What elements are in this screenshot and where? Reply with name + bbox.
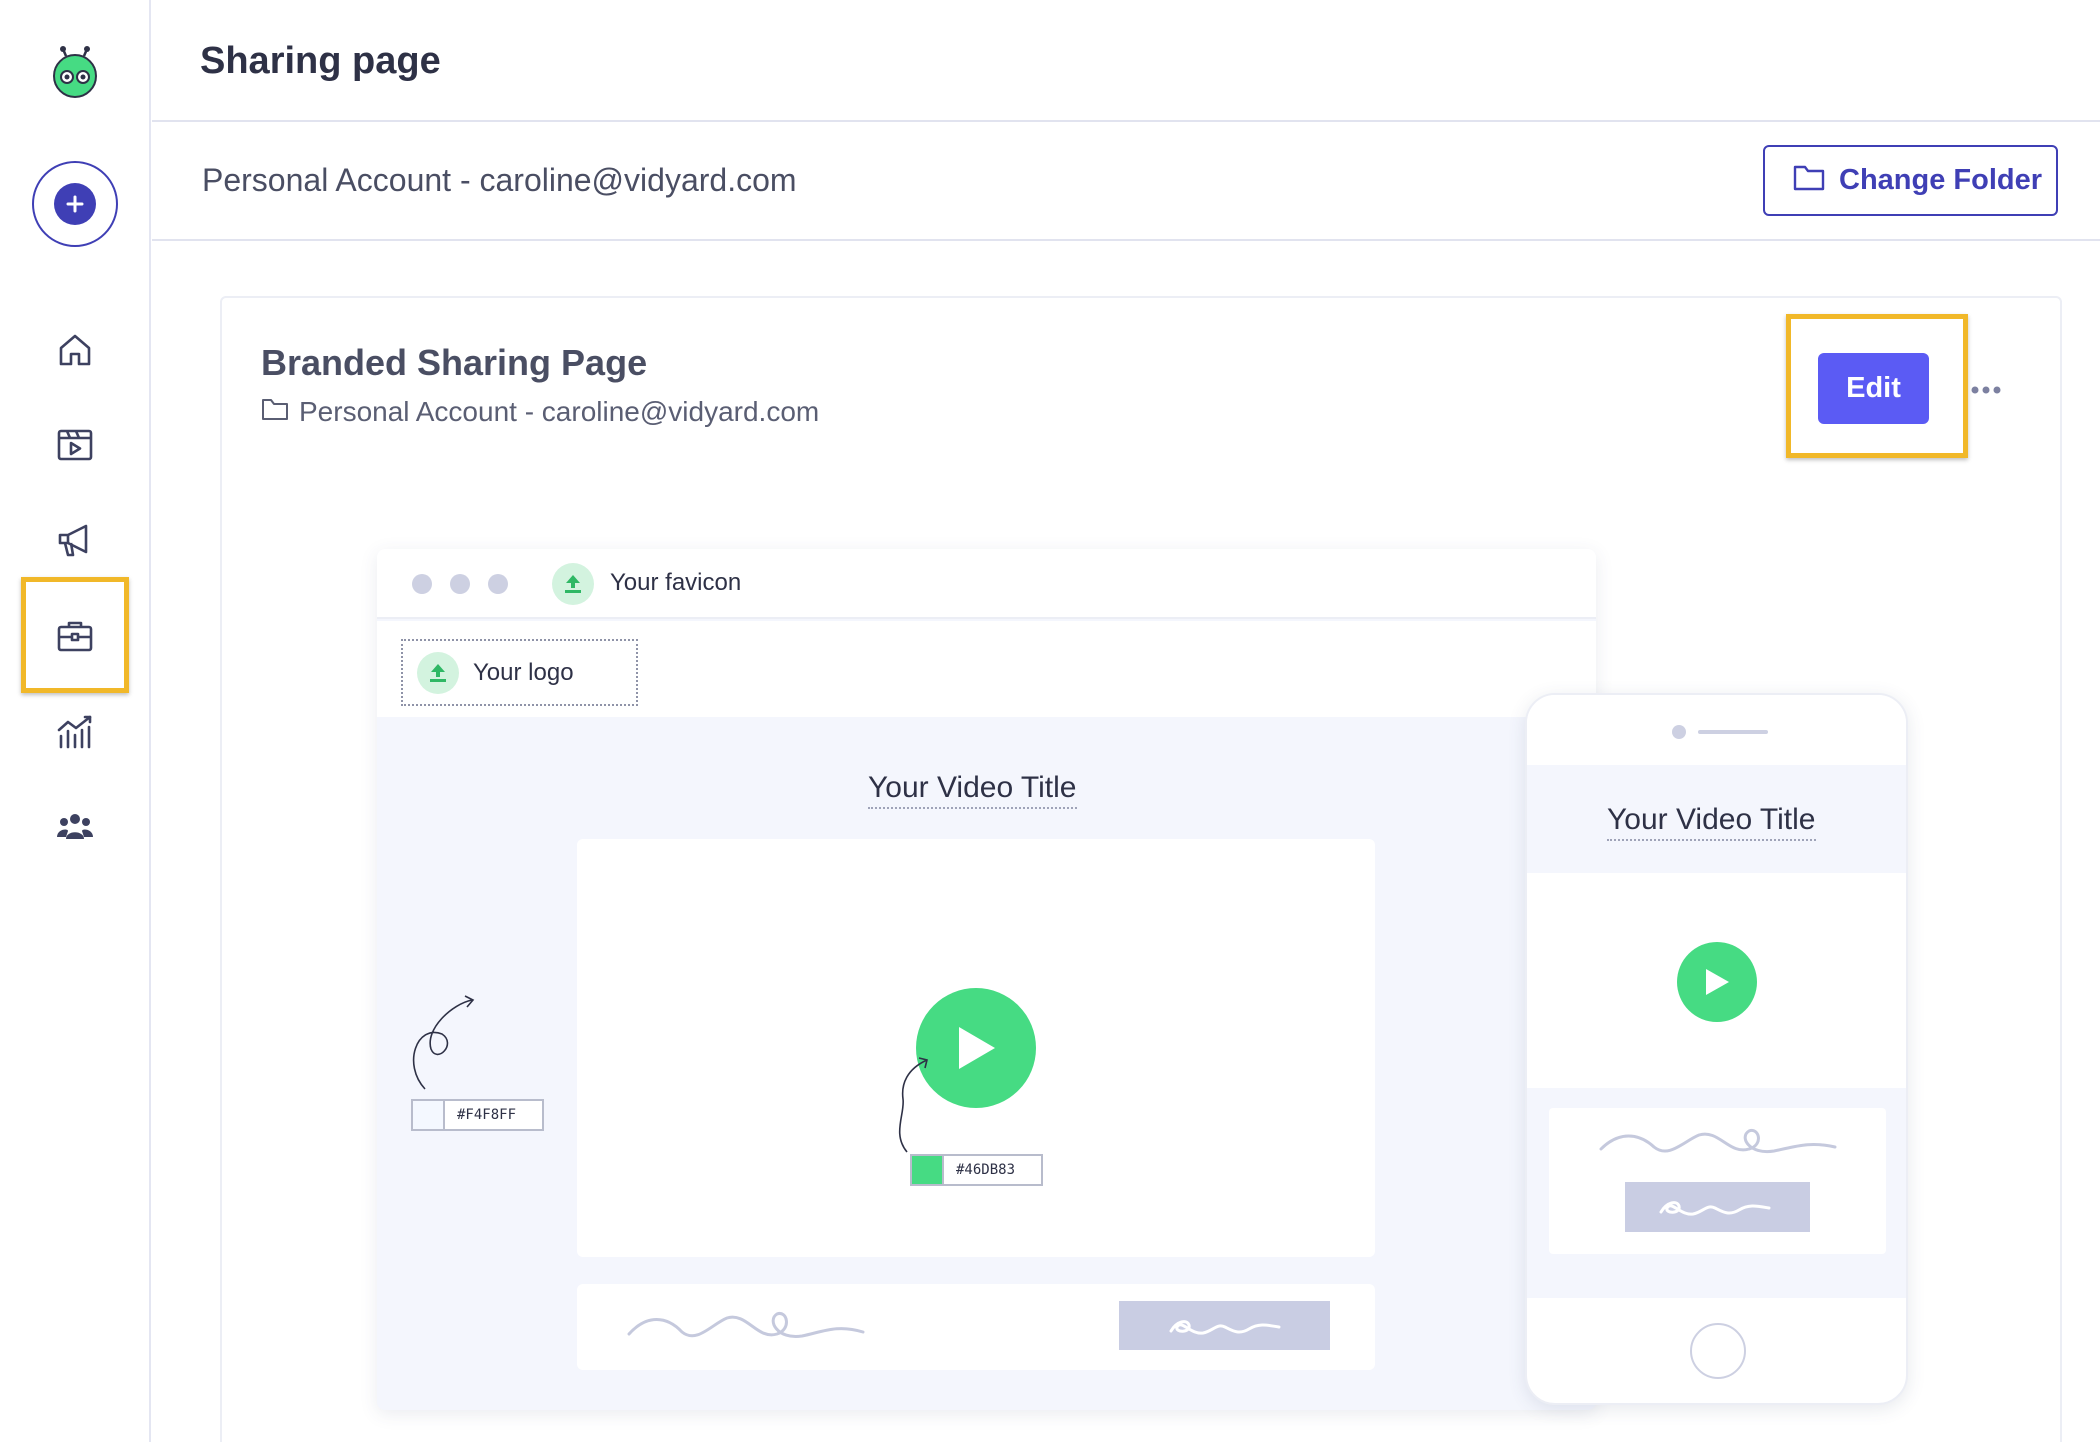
mobile-video-player <box>1527 873 1906 1088</box>
background-color-swatch[interactable]: #F4F8FF <box>411 1099 544 1131</box>
more-options-icon[interactable] <box>1968 372 2004 408</box>
change-folder-button[interactable]: Change Folder <box>1763 145 2058 216</box>
video-title: Your Video Title <box>868 771 1077 809</box>
cta-squiggle-icon <box>1169 1320 1281 1335</box>
accent-color-chip <box>912 1156 944 1184</box>
mobile-video-title: Your Video Title <box>1607 803 1816 841</box>
card-folder: Personal Account - caroline@vidyard.com <box>261 396 819 428</box>
cta-button-placeholder <box>1119 1301 1330 1350</box>
sharing-pages-icon[interactable] <box>50 611 100 661</box>
window-dot <box>488 574 508 594</box>
mobile-cta-squiggle-icon <box>1659 1201 1771 1216</box>
mobile-play-icon[interactable] <box>1677 942 1757 1022</box>
curly-arrow-icon <box>412 995 475 1090</box>
videos-icon[interactable] <box>50 420 100 470</box>
plus-icon <box>54 183 96 225</box>
mobile-title-area: Your Video Title <box>1527 765 1906 873</box>
window-dot <box>450 574 470 594</box>
mobile-top-bar <box>1527 695 1906 765</box>
team-icon[interactable] <box>50 802 100 852</box>
browser-bar: Your favicon <box>377 549 1596 619</box>
background-color-chip <box>413 1101 445 1129</box>
account-name: Personal Account - caroline@vidyard.com <box>202 162 797 198</box>
video-player: #46DB83 <box>577 839 1375 1257</box>
desktop-preview: Your favicon Your logo Your Video Title … <box>377 549 1596 1410</box>
favicon-upload-icon[interactable] <box>552 563 594 605</box>
mobile-camera <box>1672 725 1686 739</box>
mobile-squiggle-icon <box>1599 1128 1837 1154</box>
window-dot <box>412 574 432 594</box>
home-icon[interactable] <box>50 325 100 375</box>
logo-bar: Your logo <box>377 621 1596 717</box>
card-title: Branded Sharing Page <box>261 342 648 383</box>
header-divider <box>152 120 2100 122</box>
sidebar <box>0 0 151 1442</box>
folder-icon <box>1793 163 1825 199</box>
accent-arrow-icon <box>898 1057 928 1153</box>
squiggle-placeholder-icon <box>627 1312 865 1338</box>
analytics-icon[interactable] <box>50 707 100 757</box>
edit-button[interactable]: Edit <box>1818 353 1929 424</box>
mobile-preview: Your Video Title <box>1525 693 1908 1405</box>
favicon-label: Your favicon <box>610 569 742 596</box>
vidyard-logo-icon[interactable] <box>50 46 100 98</box>
accent-color-swatch[interactable]: #46DB83 <box>910 1154 1043 1186</box>
page-title: Sharing page <box>200 40 441 82</box>
logo-upload-icon <box>417 652 459 694</box>
mobile-speaker <box>1698 730 1768 734</box>
description-strip <box>577 1284 1375 1370</box>
card-folder-label: Personal Account - caroline@vidyard.com <box>299 396 820 427</box>
mobile-cta-placeholder <box>1625 1182 1810 1232</box>
campaigns-icon[interactable] <box>50 515 100 565</box>
mobile-description-card <box>1549 1108 1886 1254</box>
background-color-hex: #F4F8FF <box>457 1107 517 1123</box>
logo-upload-box[interactable]: Your logo <box>401 639 638 706</box>
mobile-home-button <box>1690 1323 1746 1379</box>
account-divider <box>152 239 2100 241</box>
change-folder-label: Change Folder <box>1839 164 2043 196</box>
folder-icon <box>261 396 289 428</box>
create-button[interactable] <box>32 161 118 247</box>
accent-color-hex: #46DB83 <box>956 1162 1016 1178</box>
mobile-description-area <box>1527 1088 1906 1298</box>
logo-label: Your logo <box>473 659 574 686</box>
